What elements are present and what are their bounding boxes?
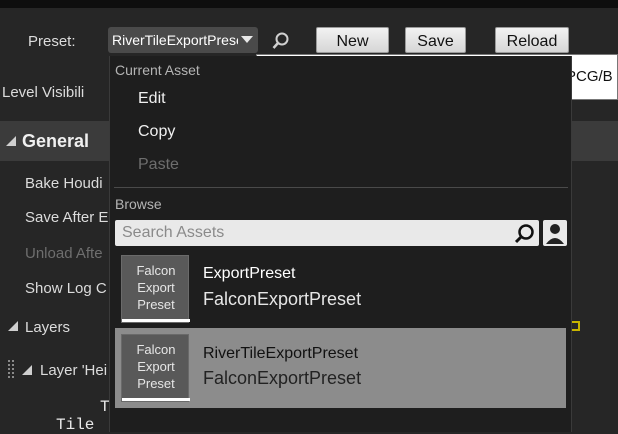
menu-divider [114, 187, 568, 188]
browse-magnifier-icon[interactable] [272, 32, 290, 50]
asset-name: RiverTileExportPreset [203, 345, 359, 362]
asset-type: FalconExportPreset [203, 368, 362, 388]
path-field-value: PCG/B [566, 68, 613, 85]
top-strip [0, 0, 618, 8]
collapse-triangle-icon [6, 136, 16, 146]
reload-button[interactable]: Reload [495, 27, 569, 53]
general-section-title: General [22, 131, 90, 151]
drag-handle-icon[interactable] [8, 360, 16, 380]
asset-search-input[interactable]: Search Assets [115, 220, 539, 246]
level-visibility-label: Level Visibili [2, 84, 85, 101]
unload-after-label: Unload Afte [25, 245, 103, 262]
layer-collapse-triangle-icon[interactable] [22, 365, 32, 375]
thumb-line: Preset [137, 297, 175, 312]
show-log-label: Show Log C [25, 280, 107, 297]
menu-item-paste[interactable]: Paste [138, 156, 179, 174]
browse-header: Browse [115, 196, 162, 212]
save-button[interactable]: Save [405, 27, 466, 53]
asset-type: FalconExportPreset [203, 289, 362, 309]
search-icon [514, 224, 534, 244]
thumbnail-underline [122, 319, 190, 322]
layer-hei-label: Layer 'Hei [40, 362, 108, 379]
bake-houdini-label: Bake Houdi [25, 175, 103, 192]
mono-tile-text: Tile [56, 416, 95, 434]
user-filter-icon[interactable] [543, 220, 567, 246]
preset-dropdown-menu: Current Asset Edit Copy Paste Browse Sea… [109, 56, 572, 432]
layers-collapse-triangle-icon[interactable] [8, 321, 18, 331]
new-button[interactable]: New [316, 27, 389, 53]
asset-row-export-preset[interactable]: Falcon Export Preset ExportPreset Falcon… [115, 249, 566, 329]
menu-item-copy[interactable]: Copy [138, 123, 175, 141]
preset-selected-value: RiverTileExportPreset [112, 32, 238, 48]
menu-item-edit[interactable]: Edit [138, 90, 166, 108]
thumb-line: Export [137, 280, 175, 295]
preset-combo-box[interactable]: RiverTileExportPreset [108, 27, 258, 53]
asset-thumbnail: Falcon Export Preset [121, 334, 190, 402]
save-after-label: Save After E [25, 209, 109, 226]
asset-name: ExportPreset [203, 265, 296, 282]
thumb-line: Preset [137, 376, 175, 391]
thumbnail-underline [122, 398, 190, 401]
thumb-line: Falcon [136, 342, 176, 357]
search-placeholder: Search Assets [122, 224, 225, 241]
preset-label: Preset: [28, 33, 76, 50]
current-asset-header: Current Asset [115, 62, 200, 78]
asset-thumbnail: Falcon Export Preset [121, 255, 190, 323]
thumb-line: Falcon [136, 263, 176, 278]
asset-search-area: Search Assets [115, 220, 567, 246]
chevron-down-icon [241, 36, 253, 43]
layers-label: Layers [25, 319, 71, 336]
asset-row-river-tile-export-preset[interactable]: Falcon Export Preset RiverTileExportPres… [115, 328, 566, 408]
thumb-line: Export [137, 359, 175, 374]
